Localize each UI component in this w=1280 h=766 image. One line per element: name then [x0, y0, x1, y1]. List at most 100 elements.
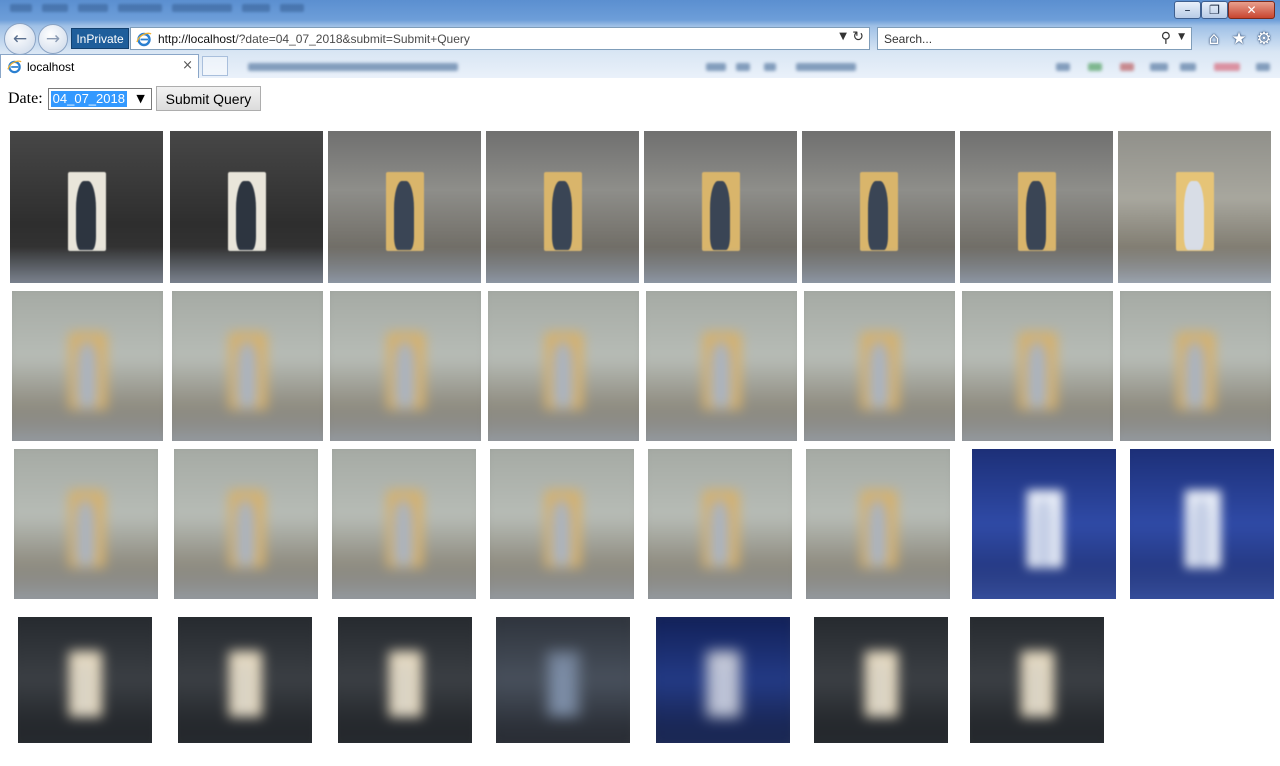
browser-chrome: – ❐ ✕ ← → InPrivate http://localhost/?da… — [0, 0, 1280, 78]
new-tab-button[interactable] — [202, 56, 228, 76]
close-window-button[interactable]: ✕ — [1228, 1, 1275, 19]
floor-shape — [962, 406, 1113, 441]
snapshot-thumbnail[interactable] — [806, 449, 950, 599]
favorites-star-icon[interactable]: ★ — [1228, 28, 1250, 50]
snapshot-image — [806, 449, 950, 599]
snapshot-image — [804, 291, 955, 441]
snapshot-thumbnail[interactable] — [170, 131, 323, 283]
snapshot-thumbnail[interactable] — [960, 131, 1113, 283]
address-bar[interactable]: http://localhost/?date=04_07_2018&submit… — [130, 27, 870, 50]
person-silhouette — [75, 658, 94, 716]
person-silhouette — [551, 498, 571, 566]
address-path: /?date=04_07_2018&submit=Submit+Query — [235, 31, 470, 46]
chevron-down-icon[interactable]: ▼ — [839, 31, 847, 42]
snapshot-image — [12, 291, 163, 441]
snapshot-thumbnail[interactable] — [18, 617, 152, 743]
snapshot-thumbnail[interactable] — [1118, 131, 1271, 283]
snapshot-thumbnail[interactable] — [488, 291, 639, 441]
snapshot-image — [178, 617, 312, 743]
inprivate-badge[interactable]: InPrivate — [71, 28, 129, 49]
snapshot-thumbnail[interactable] — [486, 131, 639, 283]
snapshot-thumbnail[interactable] — [12, 291, 163, 441]
snapshot-image — [18, 617, 152, 743]
submit-query-button[interactable]: Submit Query — [155, 86, 262, 111]
minimize-button[interactable]: – — [1174, 1, 1201, 19]
person-silhouette — [710, 340, 731, 408]
search-box[interactable]: ⚲ ▼ — [877, 27, 1192, 50]
person-silhouette — [868, 340, 889, 408]
floor-shape — [338, 715, 472, 743]
snapshot-thumbnail[interactable] — [814, 617, 948, 743]
snapshot-thumbnail[interactable] — [328, 131, 481, 283]
snapshot-thumbnail[interactable] — [644, 131, 797, 283]
date-select-value: 04_07_2018 — [50, 90, 127, 107]
snapshot-thumbnail[interactable] — [802, 131, 955, 283]
snapshot-image — [802, 131, 955, 283]
person-silhouette — [394, 340, 415, 408]
date-form: Date: 04_07_2018 ▼ Submit Query — [8, 86, 262, 111]
person-silhouette — [75, 498, 95, 566]
person-silhouette — [867, 181, 888, 250]
snapshot-thumbnail[interactable] — [646, 291, 797, 441]
chevron-down-icon[interactable]: ▼ — [1178, 32, 1185, 42]
chevron-down-icon[interactable]: ▼ — [132, 90, 150, 108]
floor-shape — [804, 406, 955, 441]
menu-bar — [10, 4, 304, 18]
snapshot-thumbnail[interactable] — [178, 617, 312, 743]
snapshot-thumbnail[interactable] — [1130, 449, 1274, 599]
person-silhouette — [871, 658, 890, 716]
floor-shape — [488, 406, 639, 441]
tab-label: localhost — [27, 59, 75, 74]
snapshot-thumbnail[interactable] — [962, 291, 1113, 441]
snapshot-image — [496, 617, 630, 743]
snapshot-thumbnail[interactable] — [172, 291, 323, 441]
person-silhouette — [393, 498, 413, 566]
restore-button[interactable]: ❐ — [1201, 1, 1228, 19]
person-silhouette — [235, 658, 254, 716]
back-button[interactable]: ← — [4, 23, 36, 55]
snapshot-thumbnail[interactable] — [490, 449, 634, 599]
floor-shape — [814, 715, 948, 743]
person-silhouette — [1025, 181, 1046, 250]
refresh-icon[interactable]: ↻ — [852, 29, 864, 45]
floor-shape — [972, 564, 1116, 599]
arrow-right-icon: → — [45, 29, 61, 49]
address-text[interactable]: http://localhost/?date=04_07_2018&submit… — [158, 32, 470, 46]
person-silhouette — [1033, 498, 1053, 566]
close-tab-icon[interactable]: × — [182, 58, 193, 73]
snapshot-image — [1130, 449, 1274, 599]
forward-button[interactable]: → — [38, 24, 68, 54]
floor-shape — [646, 406, 797, 441]
snapshot-image — [644, 131, 797, 283]
snapshot-image — [488, 291, 639, 441]
floor-shape — [486, 247, 639, 283]
snapshot-thumbnail[interactable] — [174, 449, 318, 599]
floor-shape — [12, 406, 163, 441]
snapshot-image — [646, 291, 797, 441]
floor-shape — [1118, 247, 1271, 283]
gear-icon[interactable]: ⚙ — [1253, 28, 1275, 50]
tab-localhost[interactable]: localhost × — [0, 54, 199, 78]
snapshot-thumbnail[interactable] — [804, 291, 955, 441]
snapshot-thumbnail[interactable] — [14, 449, 158, 599]
person-silhouette — [395, 658, 414, 716]
snapshot-thumbnail[interactable] — [496, 617, 630, 743]
snapshot-thumbnail[interactable] — [656, 617, 790, 743]
floor-shape — [496, 715, 630, 743]
snapshot-thumbnail[interactable] — [330, 291, 481, 441]
search-icon[interactable]: ⚲ — [1161, 30, 1171, 46]
date-select[interactable]: 04_07_2018 ▼ — [47, 87, 152, 110]
search-input[interactable] — [884, 31, 1154, 46]
snapshot-image — [1120, 291, 1271, 441]
snapshot-thumbnail[interactable] — [332, 449, 476, 599]
snapshot-thumbnail[interactable] — [970, 617, 1104, 743]
snapshot-thumbnail[interactable] — [338, 617, 472, 743]
snapshot-thumbnail[interactable] — [1120, 291, 1271, 441]
snapshot-thumbnail[interactable] — [648, 449, 792, 599]
snapshot-thumbnail[interactable] — [972, 449, 1116, 599]
command-bar — [236, 58, 1276, 76]
snapshot-image — [490, 449, 634, 599]
snapshot-thumbnail[interactable] — [10, 131, 163, 283]
home-icon[interactable]: ⌂ — [1203, 28, 1225, 50]
snapshot-image — [14, 449, 158, 599]
